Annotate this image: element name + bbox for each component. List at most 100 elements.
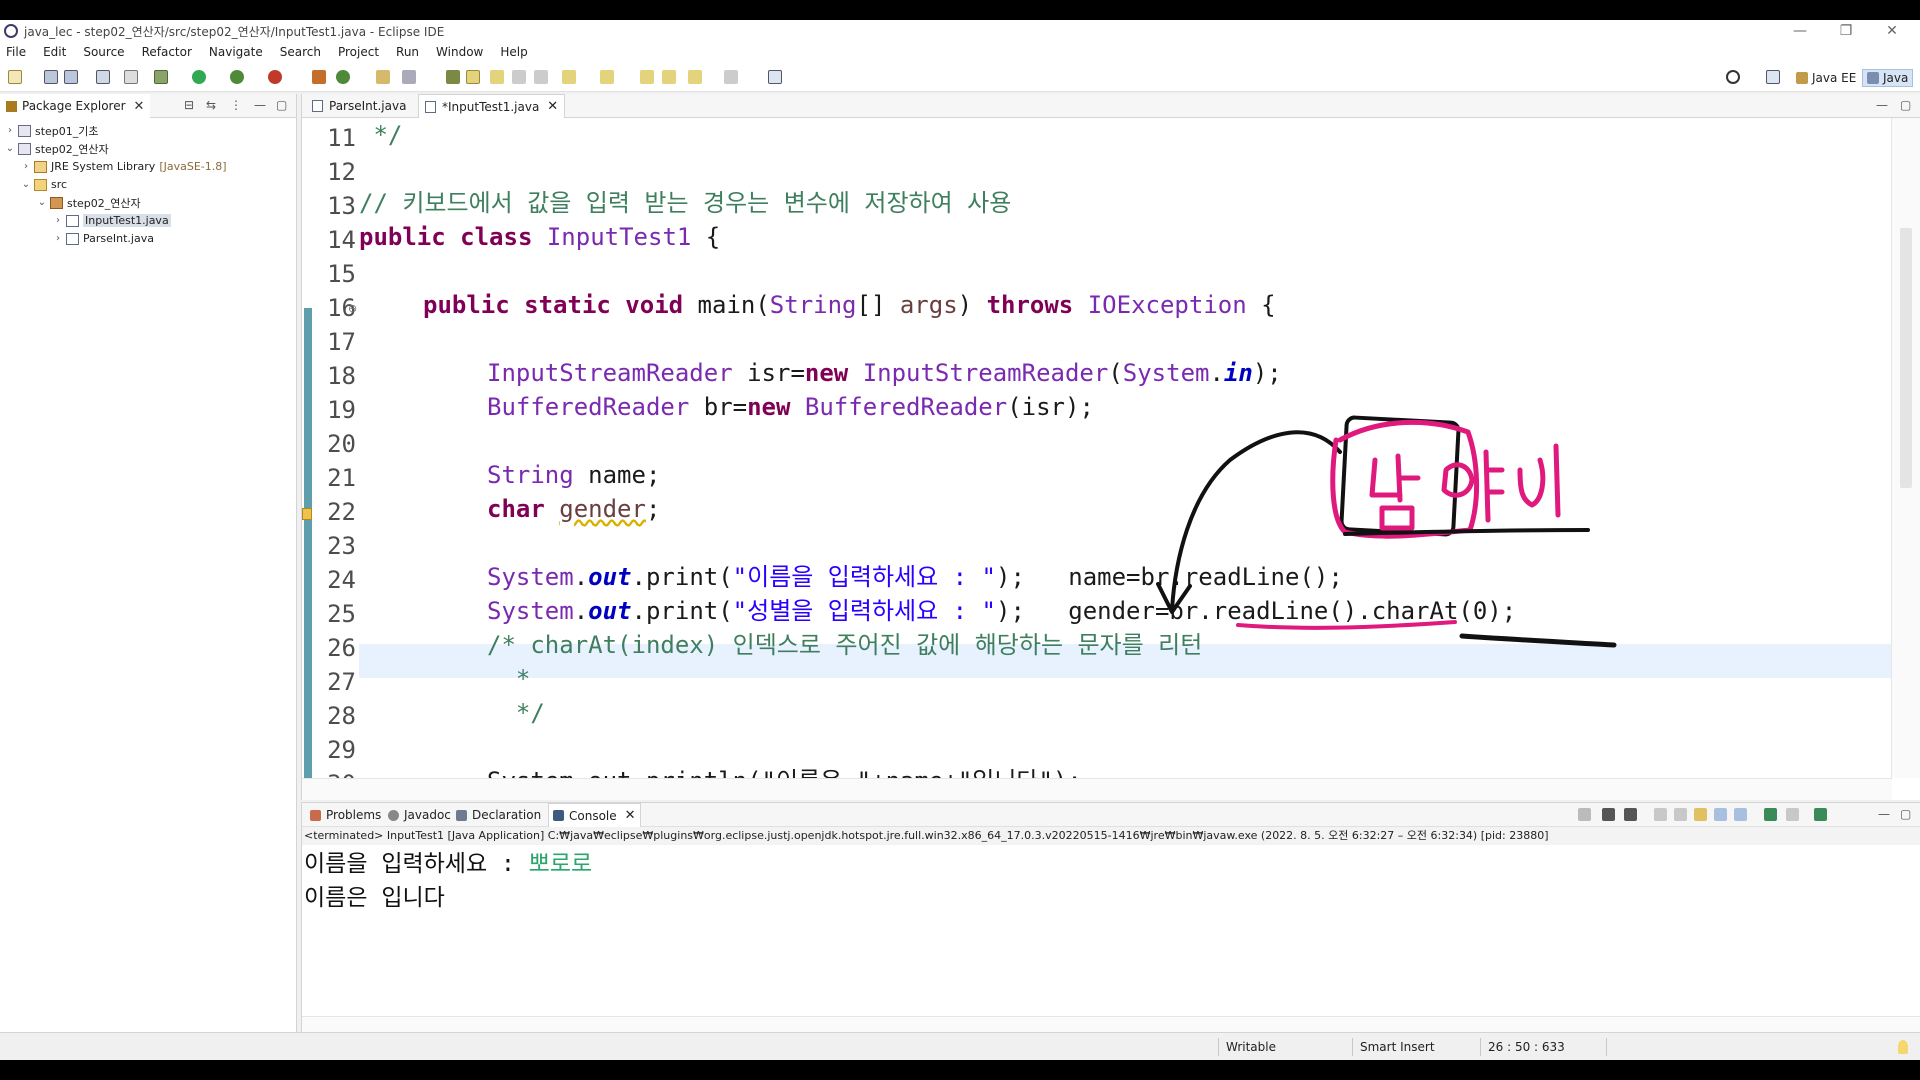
fold-toggle-icon[interactable]: ⊖ bbox=[348, 302, 357, 315]
close-icon[interactable]: ✕ bbox=[134, 99, 145, 114]
tab-javadoc[interactable]: Javadoc bbox=[384, 803, 455, 827]
tree-item-inputtest1[interactable]: › InputTest1.java bbox=[52, 212, 171, 229]
tree-item-step01[interactable]: › step01_기초 bbox=[4, 122, 99, 139]
minimize-console-icon[interactable]: — bbox=[1878, 807, 1890, 821]
chevron-down-icon[interactable]: ⌄ bbox=[36, 197, 48, 208]
menu-run[interactable]: Run bbox=[396, 45, 419, 59]
search-tool-icon[interactable] bbox=[402, 70, 416, 84]
toggle-mark-icon[interactable] bbox=[446, 70, 460, 84]
minimize-button[interactable]: — bbox=[1780, 20, 1820, 42]
maximize-console-icon[interactable]: ▢ bbox=[1900, 807, 1911, 821]
save-icon[interactable] bbox=[44, 70, 58, 84]
next-annotation-icon[interactable] bbox=[562, 70, 576, 84]
minimize-view-icon[interactable]: — bbox=[254, 98, 266, 112]
chevron-right-icon[interactable]: › bbox=[4, 125, 16, 136]
chevron-down-icon[interactable]: ⌄ bbox=[20, 179, 32, 190]
chevron-right-icon[interactable]: › bbox=[52, 215, 64, 226]
coverage-icon[interactable] bbox=[230, 70, 244, 84]
status-insert-mode[interactable]: Smart Insert bbox=[1360, 1040, 1435, 1054]
tree-item-parseint[interactable]: › ParseInt.java bbox=[52, 230, 154, 247]
highlight-icon[interactable] bbox=[466, 70, 480, 84]
tab-inputtest1[interactable]: *InputTest1.java ✕ bbox=[418, 94, 566, 118]
back-icon[interactable] bbox=[662, 70, 676, 84]
pin-editor-icon[interactable] bbox=[768, 70, 782, 84]
maximize-button[interactable]: ❐ bbox=[1826, 20, 1866, 42]
minimize-editor-icon[interactable]: — bbox=[1876, 98, 1888, 112]
package-explorer-tab[interactable]: Package Explorer ✕ bbox=[0, 94, 151, 118]
tab-label: ParseInt.java bbox=[329, 99, 407, 113]
external-tools-icon[interactable] bbox=[268, 70, 282, 84]
clear-console-icon[interactable] bbox=[1654, 808, 1667, 821]
menu-project[interactable]: Project bbox=[338, 45, 379, 59]
menu-window[interactable]: Window bbox=[436, 45, 483, 59]
show-stderr-icon[interactable] bbox=[1734, 808, 1747, 821]
link-editor-icon[interactable]: ⇆ bbox=[206, 98, 216, 112]
view-menu-icon[interactable]: ⋮ bbox=[230, 98, 242, 112]
forward-history-icon[interactable] bbox=[724, 70, 738, 84]
tab-problems[interactable]: Problems bbox=[306, 803, 385, 827]
open-console-icon[interactable] bbox=[1814, 808, 1827, 821]
tree-item-src[interactable]: ⌄ src bbox=[20, 176, 67, 193]
menu-file[interactable]: File bbox=[6, 45, 26, 59]
terminal-icon[interactable] bbox=[96, 70, 110, 84]
warning-icon[interactable] bbox=[302, 508, 312, 520]
remove-launch-icon[interactable] bbox=[1602, 808, 1615, 821]
skip-breakpoints-icon[interactable] bbox=[124, 70, 138, 84]
new-java-project-icon[interactable] bbox=[312, 70, 326, 84]
tab-console[interactable]: Console ✕ bbox=[548, 803, 641, 827]
forward-icon[interactable] bbox=[688, 70, 702, 84]
chevron-down-icon[interactable]: ⌄ bbox=[4, 143, 16, 154]
console-horizontal-scrollbar[interactable] bbox=[302, 1016, 1920, 1032]
scroll-lock-icon[interactable] bbox=[1674, 808, 1687, 821]
block-select-icon[interactable] bbox=[490, 70, 504, 84]
chevron-right-icon[interactable]: › bbox=[52, 233, 64, 244]
tree-item-jre[interactable]: › JRE System Library [JavaSE-1.8] bbox=[20, 158, 227, 175]
search-icon[interactable] bbox=[1726, 70, 1740, 84]
tree-item-step02[interactable]: ⌄ step02_연산자 bbox=[4, 140, 109, 157]
display-console-icon[interactable] bbox=[1786, 808, 1799, 821]
tab-declaration[interactable]: Declaration bbox=[452, 803, 545, 827]
maximize-editor-icon[interactable]: ▢ bbox=[1900, 98, 1911, 112]
prev-annotation-icon[interactable] bbox=[600, 70, 614, 84]
maximize-view-icon[interactable]: ▢ bbox=[276, 98, 287, 112]
tree-item-package[interactable]: ⌄ step02_연산자 bbox=[36, 194, 141, 211]
collapse-all-icon[interactable]: ⊟ bbox=[184, 98, 194, 112]
chevron-right-icon[interactable]: › bbox=[20, 161, 32, 172]
tab-parseint[interactable]: ParseInt.java bbox=[306, 94, 412, 118]
menu-help[interactable]: Help bbox=[500, 45, 527, 59]
new-class-icon[interactable] bbox=[336, 70, 350, 84]
code-area[interactable]: 11 12 13 14 15 16 ⊖ 17 18 19 20 21 22 23… bbox=[302, 118, 1892, 778]
remove-all-icon[interactable] bbox=[1624, 808, 1637, 821]
menu-navigate[interactable]: Navigate bbox=[209, 45, 263, 59]
run-icon[interactable] bbox=[192, 70, 206, 84]
close-icon[interactable]: ✕ bbox=[625, 808, 636, 823]
last-edit-icon[interactable] bbox=[640, 70, 654, 84]
editor-vertical-scrollbar[interactable] bbox=[1891, 118, 1920, 778]
menu-search[interactable]: Search bbox=[280, 45, 321, 59]
pin-console-icon[interactable] bbox=[1764, 808, 1777, 821]
type-name: InputStreamReader bbox=[862, 359, 1109, 387]
perspective-java-ee[interactable]: Java EE bbox=[1792, 69, 1860, 87]
show-whitespace-icon[interactable] bbox=[512, 70, 526, 84]
debug-icon[interactable] bbox=[154, 70, 168, 84]
open-type-icon[interactable] bbox=[376, 70, 390, 84]
menu-source[interactable]: Source bbox=[83, 45, 124, 59]
menu-edit[interactable]: Edit bbox=[43, 45, 66, 59]
console-output[interactable]: 이름을 입력하세요 : 뽀로로 이름은 입니다 bbox=[304, 847, 592, 915]
package-explorer: Package Explorer ✕ ⊟ ⇆ ⋮ — ▢ › step01_기초… bbox=[0, 94, 297, 1032]
menu-refactor[interactable]: Refactor bbox=[142, 45, 192, 59]
editor-horizontal-scrollbar[interactable] bbox=[302, 778, 1892, 800]
terminate-icon[interactable] bbox=[1578, 808, 1591, 821]
new-icon[interactable] bbox=[8, 70, 22, 84]
pilcrow-icon[interactable] bbox=[534, 70, 548, 84]
lightbulb-icon[interactable] bbox=[1898, 1040, 1908, 1054]
open-perspective-icon[interactable] bbox=[1766, 70, 1780, 84]
perspective-java[interactable]: Java bbox=[1862, 69, 1914, 87]
close-window-button[interactable]: ✕ bbox=[1872, 20, 1912, 42]
save-all-icon[interactable] bbox=[64, 70, 78, 84]
scroll-thumb[interactable] bbox=[1900, 228, 1912, 488]
show-stdout-icon[interactable] bbox=[1714, 808, 1727, 821]
variable-name: gender bbox=[559, 495, 646, 523]
word-wrap-icon[interactable] bbox=[1694, 808, 1707, 821]
close-icon[interactable]: ✕ bbox=[547, 99, 558, 114]
